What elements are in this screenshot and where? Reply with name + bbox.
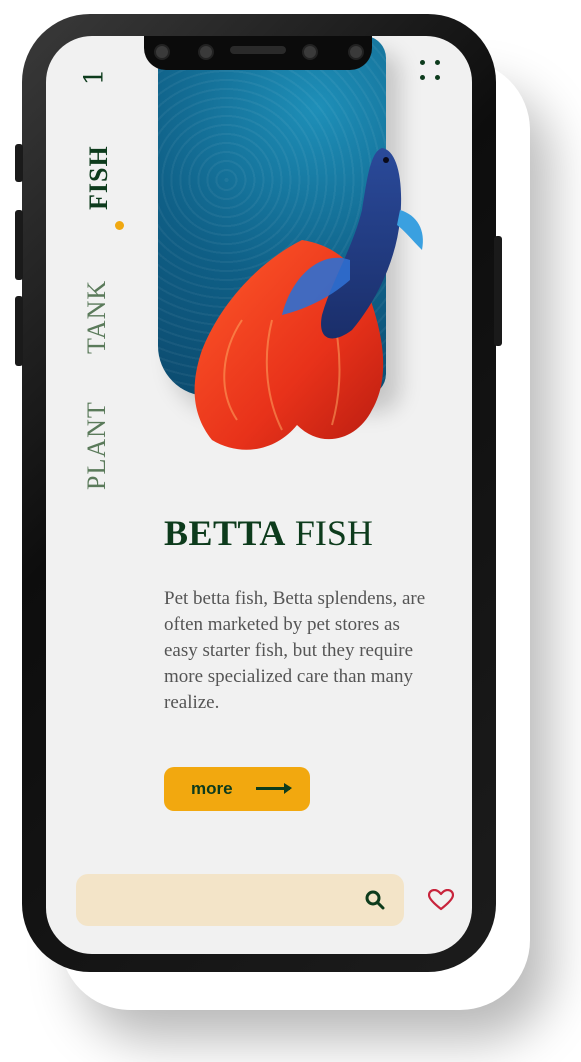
page-counter: 1 [79,68,110,86]
product-title-regular: FISH [294,513,373,553]
speaker-grille [230,46,286,54]
camera-icon [154,44,170,60]
betta-fish-image [194,148,423,450]
volume-up-button [15,210,23,280]
sensor-icon [302,44,318,60]
category-nav: 1 FISH TANK PLANT [76,60,124,490]
product-title: BETTA FISH [164,512,373,554]
power-button [494,236,502,346]
heart-icon[interactable] [428,889,454,911]
arrow-right-icon [256,783,292,794]
camera-icon [348,44,364,60]
sensor-icon [198,44,214,60]
phone-notch [144,36,372,70]
nav-item-fish[interactable]: FISH [84,145,114,210]
search-icon[interactable] [364,889,386,911]
nav-item-plant[interactable]: PLANT [82,401,112,490]
nav-item-tank[interactable]: TANK [82,280,112,354]
search-bar[interactable] [76,874,404,926]
mute-switch [15,144,23,182]
grid-menu-icon[interactable] [420,60,444,84]
product-title-bold: BETTA [164,513,286,553]
volume-down-button [15,296,23,366]
more-button-label: more [191,779,233,798]
more-button[interactable]: more [164,767,310,811]
product-description: Pet betta fish, Betta splendens, are oft… [164,588,426,713]
app-screen: 1 FISH TANK PLANT BETTA FISH Pet betta f… [46,36,472,954]
active-indicator-dot [115,221,124,230]
